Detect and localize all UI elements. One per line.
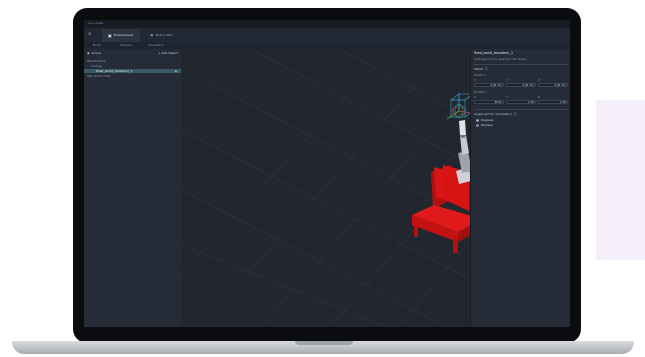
robot-arm — [456, 120, 470, 184]
axis-z-label: Z — [538, 95, 541, 99]
position-y-input[interactable]: 0.00 mm — [506, 83, 536, 87]
scene-sidebar: ◉ Scene + Add Object World frame Lounge … — [84, 49, 182, 327]
tab-label: Environment — [113, 33, 133, 37]
tree-item-label: Mini world chair — [87, 73, 111, 78]
tab-bar: ⌂ ▣ Environment ⚑ Motion Plan — [84, 28, 570, 43]
position-x-input[interactable]: 0.00 mm — [474, 83, 504, 87]
radio-unchecked-icon — [476, 124, 479, 127]
scene-canvas — [181, 49, 470, 327]
panel-subtitle: Settings for the selected 3D object — [474, 57, 527, 61]
tab-environment[interactable]: ▣ Environment — [102, 29, 140, 42]
tree-item-label: fixed_world_transform_1 — [96, 68, 133, 73]
cube-icon: ▣ — [108, 32, 112, 38]
rotation-y-input[interactable]: 0.00 — [506, 100, 536, 104]
background-accent — [596, 100, 645, 260]
rotation-label: Rotation — [474, 90, 487, 94]
menu-preview[interactable]: Preview — [120, 44, 132, 47]
flag-icon: ⚑ — [150, 32, 154, 38]
angle-unit-label: Angle unit for orientation — [474, 112, 512, 116]
offset-section: Offset ⓘ — [474, 68, 488, 71]
tab-motion-plan[interactable]: ⚑ Motion Plan — [144, 29, 180, 42]
rotation-z-input[interactable]: 0.00 — [538, 100, 568, 104]
scene-title: Scene — [91, 51, 101, 55]
add-object-button[interactable]: + Add Object — [158, 52, 178, 55]
title-bar: Live Asset — [84, 20, 570, 28]
axis-x-label: X — [474, 78, 477, 82]
menu-build[interactable]: Build — [93, 44, 101, 47]
info-icon: ⓘ — [513, 112, 517, 116]
info-icon: ⓘ — [485, 67, 489, 71]
position-z-input[interactable]: 0.00 mm — [538, 83, 568, 87]
transform-gizmo — [446, 93, 470, 120]
app-window: Live Asset ⌂ ▣ Environment ⚑ Motion Plan… — [84, 20, 570, 327]
radio-checked-icon — [476, 119, 479, 122]
radio-radians[interactable]: Radians — [476, 124, 493, 127]
tree-item-chair[interactable]: Mini world chair — [84, 74, 181, 78]
menu-icon[interactable]: ≡ — [174, 69, 177, 73]
axis-z-label: Z — [538, 78, 541, 82]
divider — [474, 64, 568, 65]
properties-panel: fixed_world_transform_1 Settings for the… — [470, 49, 570, 327]
radio-label: Degrees — [481, 118, 494, 122]
menu-simulation[interactable]: Simulation — [148, 44, 164, 47]
tab-label: Motion Plan — [155, 33, 174, 37]
axis-y-label: Y — [506, 95, 508, 99]
3d-viewport[interactable] — [181, 49, 470, 327]
tree-item-world-frame[interactable]: World frame — [84, 59, 181, 63]
scene-header: ◉ Scene — [87, 52, 101, 55]
panel-title: fixed_world_transform_1 — [474, 51, 513, 55]
radio-label: Radians — [481, 123, 493, 127]
position-label: Position — [474, 73, 486, 77]
tree-item-transform[interactable]: fixed_world_transform_1 ≡ — [84, 69, 181, 73]
tree-item-label: World frame — [87, 58, 106, 63]
angle-section: Angle unit for orientation ⓘ — [474, 113, 517, 116]
window-title: Live Asset — [88, 21, 104, 25]
radio-degrees[interactable]: Degrees — [476, 119, 493, 122]
rotation-x-input[interactable]: 90.00 — [474, 100, 504, 104]
offset-label: Offset — [474, 67, 484, 71]
scene-icon: ◉ — [87, 51, 90, 55]
axis-y-label: Y — [506, 78, 508, 82]
tree-item-label: Lounge — [91, 63, 103, 68]
laptop-base — [12, 341, 634, 354]
home-icon[interactable]: ⌂ — [88, 32, 94, 38]
laptop-notch — [295, 341, 353, 345]
tree-item-lounge[interactable]: Lounge — [84, 64, 181, 68]
divider — [474, 109, 568, 110]
floor-grid — [181, 49, 470, 327]
axis-x-label: X — [474, 95, 477, 99]
